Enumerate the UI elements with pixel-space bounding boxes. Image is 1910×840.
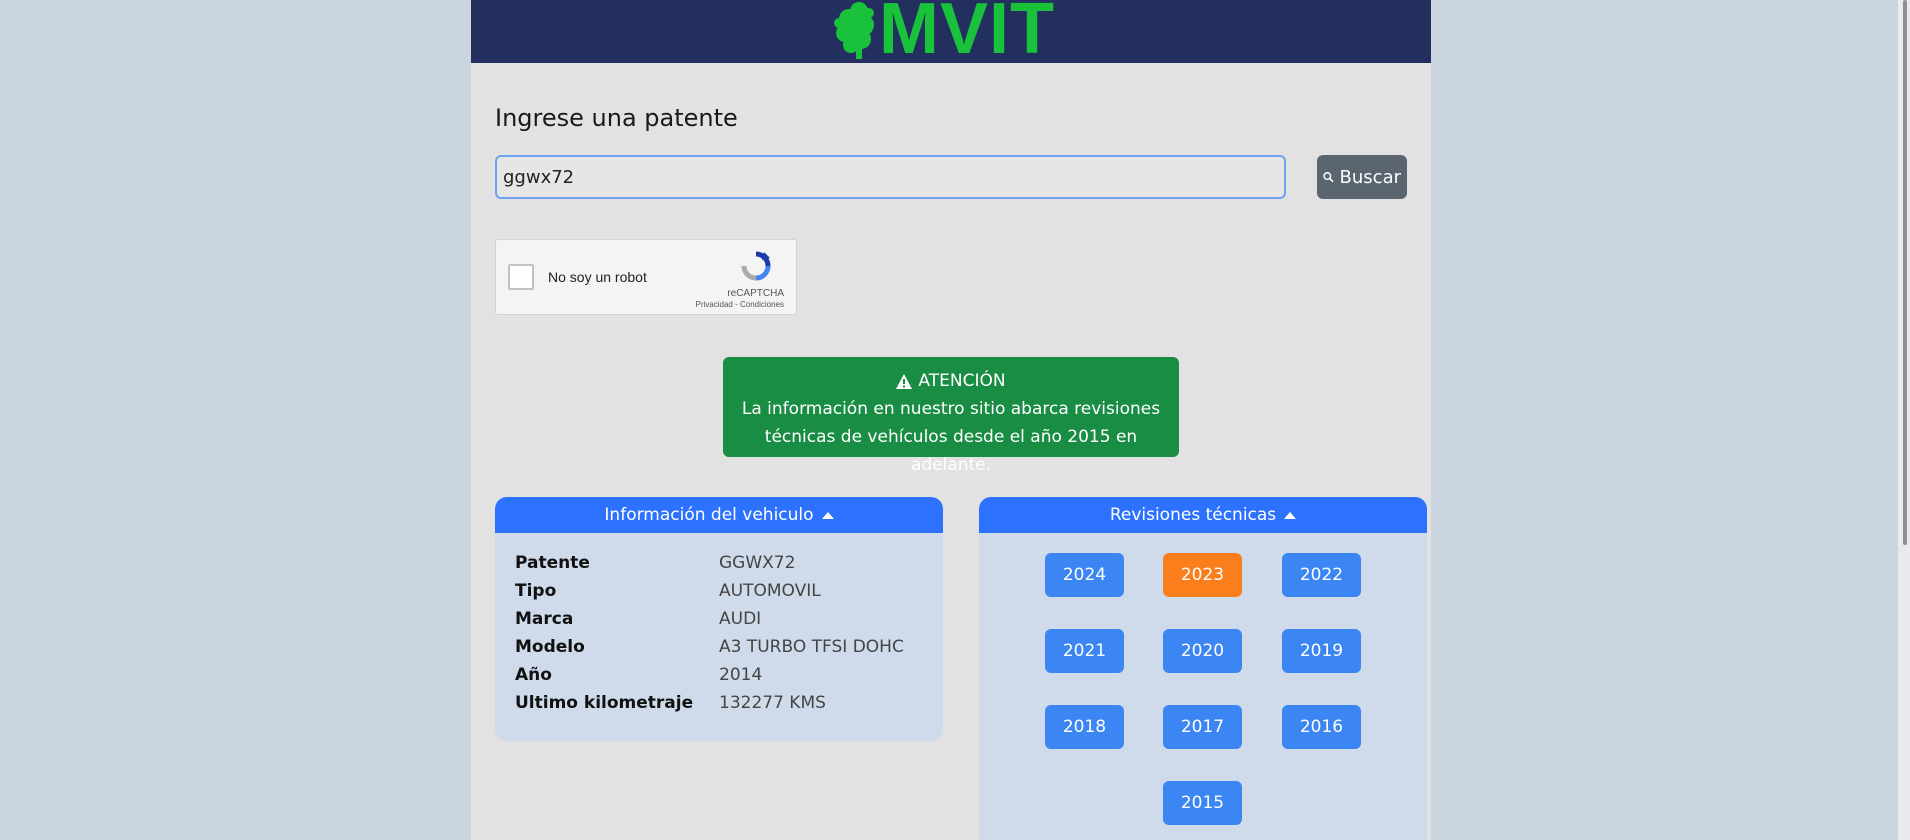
year-button-2020[interactable]: 2020 (1163, 629, 1242, 673)
search-button-label: Buscar (1339, 166, 1401, 188)
alert-title: ATENCIÓN (918, 371, 1006, 391)
recaptcha-label: No soy un robot (548, 269, 647, 285)
tree-logo-icon (834, 2, 874, 59)
year-button-2017[interactable]: 2017 (1163, 705, 1242, 749)
caret-up-icon (821, 511, 834, 519)
site-logo[interactable]: MVIT (831, 0, 1055, 69)
year-button-2021[interactable]: 2021 (1045, 629, 1124, 673)
row-value: GGWX72 (719, 553, 796, 573)
logo-text: MVIT (879, 0, 1055, 69)
year-button-2019[interactable]: 2019 (1282, 629, 1361, 673)
vehicle-info-title: Información del vehiculo (604, 505, 814, 525)
table-row: Ultimo kilometraje 132277 KMS (515, 689, 904, 717)
row-label: Patente (515, 553, 590, 573)
row-label: Modelo (515, 637, 585, 657)
year-button-2022[interactable]: 2022 (1282, 553, 1361, 597)
row-value: AUDI (719, 609, 762, 629)
year-button-2016[interactable]: 2016 (1282, 705, 1361, 749)
page-container: MVIT Ingrese una patente Buscar No soy u… (471, 0, 1431, 840)
row-label: Marca (515, 609, 574, 629)
notice-alert: ATENCIÓN La información en nuestro sitio… (723, 357, 1179, 475)
vehicle-info-card: Información del vehiculo Patente GGWX72 … (495, 497, 943, 741)
search-button[interactable]: Buscar (1317, 155, 1407, 199)
table-row: Patente GGWX72 (515, 549, 904, 577)
revisions-header[interactable]: Revisiones técnicas (979, 497, 1427, 533)
recaptcha-links[interactable]: Privacidad - Condiciones (696, 300, 785, 309)
table-row: Marca AUDI (515, 605, 904, 633)
recaptcha-brand: reCAPTCHA (727, 288, 784, 299)
year-button-2015[interactable]: 2015 (1163, 781, 1242, 825)
row-value: 132277 KMS (719, 693, 826, 713)
table-row: Modelo A3 TURBO TFSI DOHC (515, 633, 904, 661)
row-value: AUTOMOVIL (719, 581, 821, 601)
row-value: A3 TURBO TFSI DOHC (719, 637, 904, 657)
revisions-card: Revisiones técnicas 2024 2023 2022 2021 … (979, 497, 1427, 840)
alert-line-1: La información en nuestro sitio abarca r… (741, 399, 1161, 419)
table-row: Tipo AUTOMOVIL (515, 577, 904, 605)
row-label: Año (515, 665, 552, 685)
search-title: Ingrese una patente (495, 104, 738, 132)
year-button-2018[interactable]: 2018 (1045, 705, 1124, 749)
recaptcha-widget: No soy un robot reCAPTCHA Privacidad - C… (495, 239, 797, 315)
alert-title-row: ATENCIÓN (723, 367, 1179, 395)
caret-up-icon (1284, 511, 1297, 519)
site-header: MVIT (471, 0, 1431, 69)
alert-line-2: técnicas de vehículos desde el año 2015 … (764, 427, 1138, 475)
recaptcha-checkbox[interactable] (508, 264, 534, 290)
scrollbar-thumb[interactable] (1903, 0, 1907, 545)
year-button-2024[interactable]: 2024 (1045, 553, 1124, 597)
page-scrollbar[interactable] (1898, 0, 1910, 840)
row-label: Tipo (515, 581, 557, 601)
plate-input[interactable] (495, 155, 1286, 199)
year-button-2023[interactable]: 2023 (1163, 553, 1242, 597)
row-value: 2014 (719, 665, 763, 685)
vehicle-info-table: Patente GGWX72 Tipo AUTOMOVIL Marca AUDI… (515, 549, 904, 717)
row-label: Ultimo kilometraje (515, 693, 694, 713)
recaptcha-icon (741, 251, 771, 281)
warning-icon (896, 373, 913, 389)
table-row: Año 2014 (515, 661, 904, 689)
vehicle-info-header[interactable]: Información del vehiculo (495, 497, 943, 533)
search-icon (1323, 171, 1334, 183)
revisions-title: Revisiones técnicas (1109, 505, 1277, 525)
